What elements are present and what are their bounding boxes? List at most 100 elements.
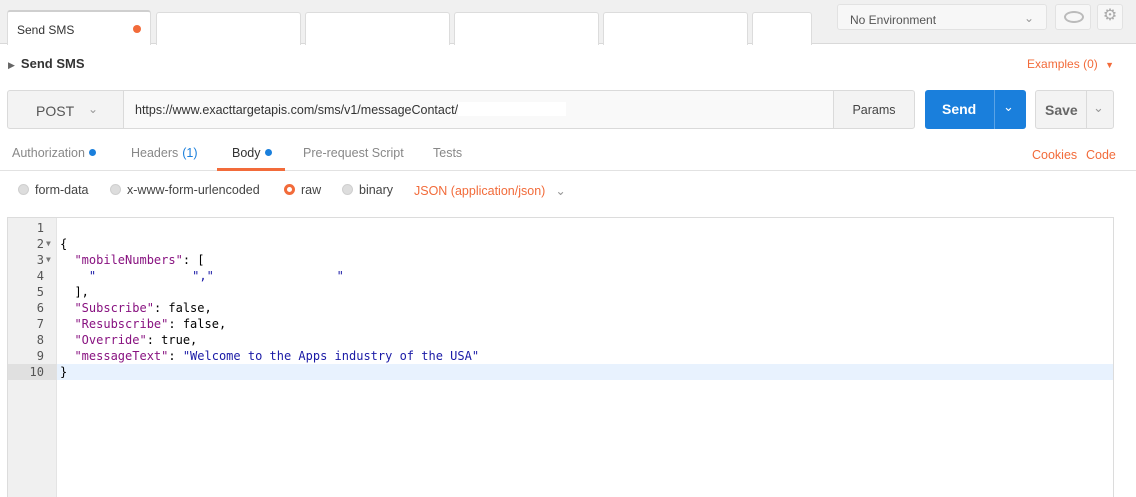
radio-raw[interactable]: raw (284, 183, 321, 197)
caret-down-icon: ▼ (1105, 60, 1114, 70)
json-string: "Welcome to the Apps industry of the USA… (182, 349, 480, 363)
gear-icon: ⚙ (1102, 7, 1118, 24)
code-line[interactable]: 3 ▼ "mobileNumbers": [ (8, 252, 1113, 268)
json-key: "Subscribe" (74, 301, 154, 315)
tab-tests[interactable]: Tests (433, 146, 462, 160)
body-type-row: form-data x-www-form-urlencoded raw bina… (0, 183, 1136, 203)
json-key: "mobileNumbers" (74, 253, 183, 267)
tab-empty[interactable] (454, 12, 599, 45)
chevron-down-icon: ⌄ (1023, 11, 1034, 25)
radio-circle-icon (110, 184, 121, 195)
code-text: "Override": true, (74, 333, 198, 347)
radio-label: x-www-form-urlencoded (127, 183, 260, 197)
tab-empty[interactable] (603, 12, 748, 45)
json-string: " (60, 269, 97, 283)
tab-send-sms[interactable]: Send SMS (7, 10, 151, 45)
headers-count: (1) (182, 146, 198, 160)
params-button[interactable]: Params (833, 90, 915, 129)
json-key: "messageText" (74, 349, 169, 363)
code-line[interactable]: 5 ], (8, 284, 1113, 300)
active-tab-indicator (217, 168, 285, 171)
line-number: 7 (36, 317, 44, 331)
url-input[interactable]: https://www.exacttargetapis.com/sms/v1/m… (123, 90, 834, 129)
unsaved-dot-icon (133, 25, 141, 33)
divider (1086, 91, 1087, 128)
examples-label: Examples (0) (1027, 57, 1098, 71)
radio-circle-icon (284, 184, 295, 195)
save-button[interactable]: Save ⌄ (1035, 90, 1114, 129)
code-line[interactable]: 1 (8, 220, 1113, 236)
environment-quick-look-button[interactable] (1055, 4, 1091, 30)
radio-binary[interactable]: binary (342, 183, 393, 197)
code-line[interactable]: 8 "Override": true, (8, 332, 1113, 348)
code-line[interactable]: 7 "Resubscribe": false, (8, 316, 1113, 332)
tab-body[interactable]: Body (232, 146, 272, 160)
radio-label: binary (359, 183, 394, 197)
eye-icon (1064, 11, 1084, 23)
code-link[interactable]: Code (1086, 148, 1116, 162)
json-key: "Override" (74, 333, 147, 347)
code-text: ], (60, 285, 89, 299)
tab-empty[interactable] (752, 12, 812, 45)
tab-label: Send SMS (17, 23, 75, 37)
tab-headers[interactable]: Headers (1) (131, 146, 198, 160)
tab-label: Body (232, 146, 261, 160)
radio-label: raw (301, 183, 322, 197)
code-line[interactable]: 2 ▼ { (8, 236, 1113, 252)
code-line[interactable]: 6 "Subscribe": false, (8, 300, 1113, 316)
code-line[interactable]: 4 " "," " (8, 268, 1113, 284)
fold-arrow-icon[interactable]: ▼ (46, 236, 51, 252)
manage-environments-button[interactable]: ⚙ (1097, 4, 1123, 30)
radio-circle-icon (18, 184, 29, 195)
line-number: 9 (36, 349, 44, 363)
radio-circle-icon (342, 184, 353, 195)
tab-strip: Send SMS No Environment ⌄ ⚙ (0, 0, 1136, 45)
environment-label: No Environment (850, 13, 937, 27)
chevron-down-icon: ⌄ (555, 184, 566, 198)
code-line[interactable]: 9 "messageText": "Welcome to the Apps in… (8, 348, 1113, 364)
cookies-link[interactable]: Cookies (1032, 148, 1077, 162)
redacted-area (96, 271, 193, 282)
code-text: " "," " (60, 268, 344, 284)
request-name-label: Send SMS (20, 56, 85, 71)
code-text: "mobileNumbers": [ (74, 253, 205, 267)
code-text: { (60, 237, 68, 251)
line-number: 3 (36, 253, 44, 267)
environment-select[interactable]: No Environment ⌄ (837, 4, 1047, 30)
send-button[interactable]: Send ⌄ (925, 90, 1026, 129)
examples-dropdown[interactable]: Examples (0) ▼ (1027, 57, 1114, 71)
redacted-area (458, 102, 567, 117)
line-number: 10 (8, 364, 57, 380)
url-text: https://www.exacttargetapis.com/sms/v1/m… (135, 103, 459, 117)
code-text: "Subscribe": false, (74, 301, 212, 315)
radio-urlencoded[interactable]: x-www-form-urlencoded (110, 183, 260, 197)
code-line[interactable]: 10} (8, 364, 1113, 380)
chevron-down-icon[interactable]: ⌄ (1093, 100, 1104, 116)
tab-empty[interactable] (156, 12, 301, 45)
tab-empty[interactable] (305, 12, 450, 45)
tab-label: Tests (433, 146, 463, 160)
body-editor[interactable]: 1 2 ▼{3 ▼ "mobileNumbers": [4 " "," " 5 ], 6 "… (7, 217, 1114, 497)
tab-authorization[interactable]: Authorization (12, 146, 96, 160)
fold-arrow-icon[interactable]: ▼ (46, 252, 51, 268)
line-number: 5 (36, 285, 44, 299)
send-label: Send (942, 101, 977, 117)
line-number: 1 (36, 221, 44, 235)
json-string: "," " (192, 269, 344, 283)
request-name[interactable]: ▶ Send SMS (8, 56, 85, 71)
params-label: Params (852, 103, 896, 117)
method-label: POST (36, 103, 75, 119)
method-select[interactable]: POST ⌄ (7, 90, 124, 129)
indicator-dot-icon (88, 149, 96, 156)
content-type-label: JSON (application/json) (414, 184, 546, 198)
line-number: 4 (36, 269, 44, 283)
radio-form-data[interactable]: form-data (18, 183, 89, 197)
line-number: 8 (36, 333, 44, 347)
chevron-down-icon[interactable]: ⌄ (1003, 99, 1014, 115)
caret-right-icon: ▶ (8, 60, 15, 70)
save-label: Save (1045, 102, 1078, 118)
content-type-dropdown[interactable]: JSON (application/json) ⌄ (414, 183, 566, 198)
line-number: 2 (36, 237, 44, 251)
tab-label: Pre-request Script (303, 146, 404, 160)
tab-pre-request-script[interactable]: Pre-request Script (303, 146, 404, 160)
